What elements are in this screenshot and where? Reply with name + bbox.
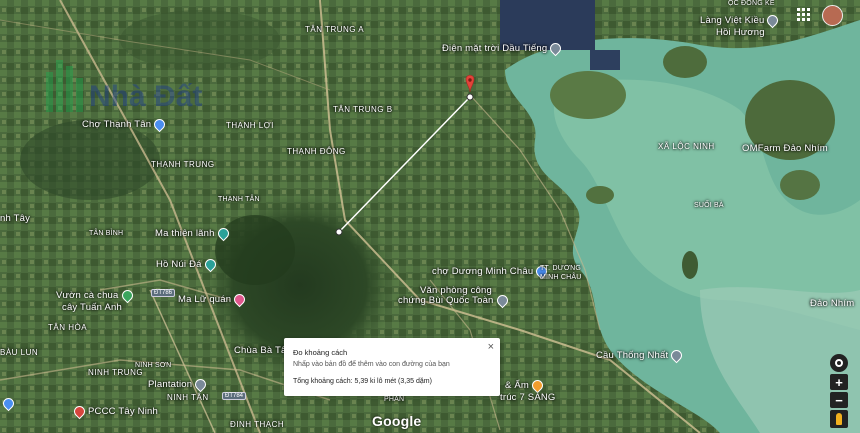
street-view-pegman[interactable] (830, 410, 848, 428)
label-thanh-dong: THẠNH ĐÔNG (287, 147, 346, 156)
park-icon (119, 287, 135, 304)
shopping-icon (151, 116, 168, 133)
poi-plantation[interactable]: Plantation (148, 376, 209, 393)
measure-title: Đo khoảng cách (293, 348, 348, 357)
poi-grey-icon (494, 292, 510, 309)
label-phan: PHAN (384, 396, 405, 403)
poi-omfarm[interactable]: OMFarm Đảo Nhím (742, 143, 828, 154)
attraction-icon (215, 225, 231, 242)
label-thanh-trung: THẠNH TRUNG (151, 160, 215, 169)
restaurant-icon (529, 377, 546, 394)
poi-dao-nhim[interactable]: Đảo Nhím (810, 298, 854, 309)
label-suoi-ba: SUỐI BÀ (694, 202, 724, 209)
measure-total-distance: Tổng khoảng cách: 5,39 ki lô mét (3,35 d… (293, 378, 432, 385)
label-tan-hoa: TÂN HÒA (48, 323, 88, 332)
label-ninh-trung: NINH TRUNG (88, 368, 144, 377)
poi-hoi-huong-label: Hồi Hương (716, 27, 765, 38)
poi-tuan-anh-label: cây Tuấn Anh (62, 302, 122, 313)
poi-cho-thanh-tan[interactable]: Chợ Thạnh Tân (82, 116, 168, 133)
poi-pccc-tay-ninh[interactable]: PCCC Tây Ninh (71, 403, 158, 420)
label-ninh-son: NINH SƠN (135, 362, 172, 369)
poi-sang[interactable]: & Ẩm (505, 377, 546, 394)
location-target-icon (835, 359, 843, 367)
apps-grid-icon[interactable] (797, 8, 810, 21)
poi-grey-icon (192, 376, 209, 393)
label-tan-trung-b: TÂN TRUNG B (333, 105, 393, 114)
my-location-button[interactable] (830, 354, 848, 372)
poi-left-edge[interactable] (0, 395, 17, 412)
road-shield-dt784: ĐT784 (222, 392, 247, 400)
close-icon[interactable]: × (488, 341, 494, 353)
zoom-out-button[interactable]: − (830, 392, 848, 408)
label-tt-duong: TT. DƯƠNG (540, 265, 582, 272)
zoom-in-button[interactable]: + (830, 374, 848, 390)
label-bau-lun: BÀU LUN (0, 348, 39, 357)
pegman-icon (836, 413, 842, 425)
avatar[interactable] (822, 5, 843, 26)
poi-van-phong-cong-chung[interactable]: chứng Bùi Quốc Toàn (398, 292, 510, 309)
poi-grey-icon (765, 12, 781, 29)
poi-lang-viet-kieu[interactable]: Làng Việt Kiều (700, 12, 781, 29)
poi-cho-duong-minh-chau[interactable]: chợ Dương Minh Châu (432, 263, 550, 280)
poi-dien-mat-troi[interactable]: Điện mặt trời Dầu Tiếng (442, 40, 564, 57)
shopping-icon (0, 395, 17, 412)
poi-nh-tay: nh Tây (0, 213, 31, 224)
poi-chua-ba-tay[interactable]: Chùa Bà Tây (234, 345, 291, 356)
poi-vuon-ca-chua[interactable]: Vườn cà chua (56, 287, 135, 304)
poi-ma-thien-lanh[interactable]: Ma thiên lãnh (155, 225, 231, 242)
attraction-icon (202, 256, 218, 273)
label-tan-binh: TÂN BÌNH (89, 230, 124, 237)
map-canvas[interactable]: Nhà Đất TÂN TRUNG A TÂN TRUNG B THẠNH LỢ… (0, 0, 860, 433)
poi-ma-lu-quan[interactable]: Ma Lữ quán (178, 291, 248, 308)
lodging-icon (231, 291, 248, 308)
fire-station-icon (71, 403, 88, 420)
label-ninh-thach: ĐINH THẠCH (230, 420, 285, 429)
label-tan-trung-a: TÂN TRUNG A (305, 25, 365, 34)
label-loc-dong-ke: ỘC ĐÔNG KẾ (728, 0, 775, 7)
label-ninh-tan: NINH TÂN (167, 393, 209, 402)
poi-cau-thong-nhat[interactable]: Cầu Thống Nhất (596, 347, 685, 364)
label-xa-loc-ninh: XÃ LỘC NINH (658, 142, 715, 151)
measure-distance-card: Đo khoảng cách × Nhấp vào bản đồ để thêm… (284, 338, 500, 396)
poi-grey-icon (548, 40, 564, 57)
google-logo: Google (372, 413, 422, 429)
poi-ho-nui-da[interactable]: Hồ Núi Đá (156, 256, 218, 273)
label-minh-chau: MINH CHÂU (540, 274, 582, 281)
poi-grey-icon (669, 347, 685, 364)
label-thanh-tan-small: THẠNH TÂN (218, 196, 260, 203)
label-thanh-loi: THẠNH LỢI (226, 121, 274, 130)
poi-truc-7-sang: trúc 7 SANG (500, 392, 556, 403)
watermark-logo: Nhà Đất (46, 60, 202, 112)
measure-hint: Nhấp vào bản đồ để thêm vào con đường củ… (293, 361, 450, 368)
road-shield-dt786: ĐT786 (151, 289, 176, 297)
